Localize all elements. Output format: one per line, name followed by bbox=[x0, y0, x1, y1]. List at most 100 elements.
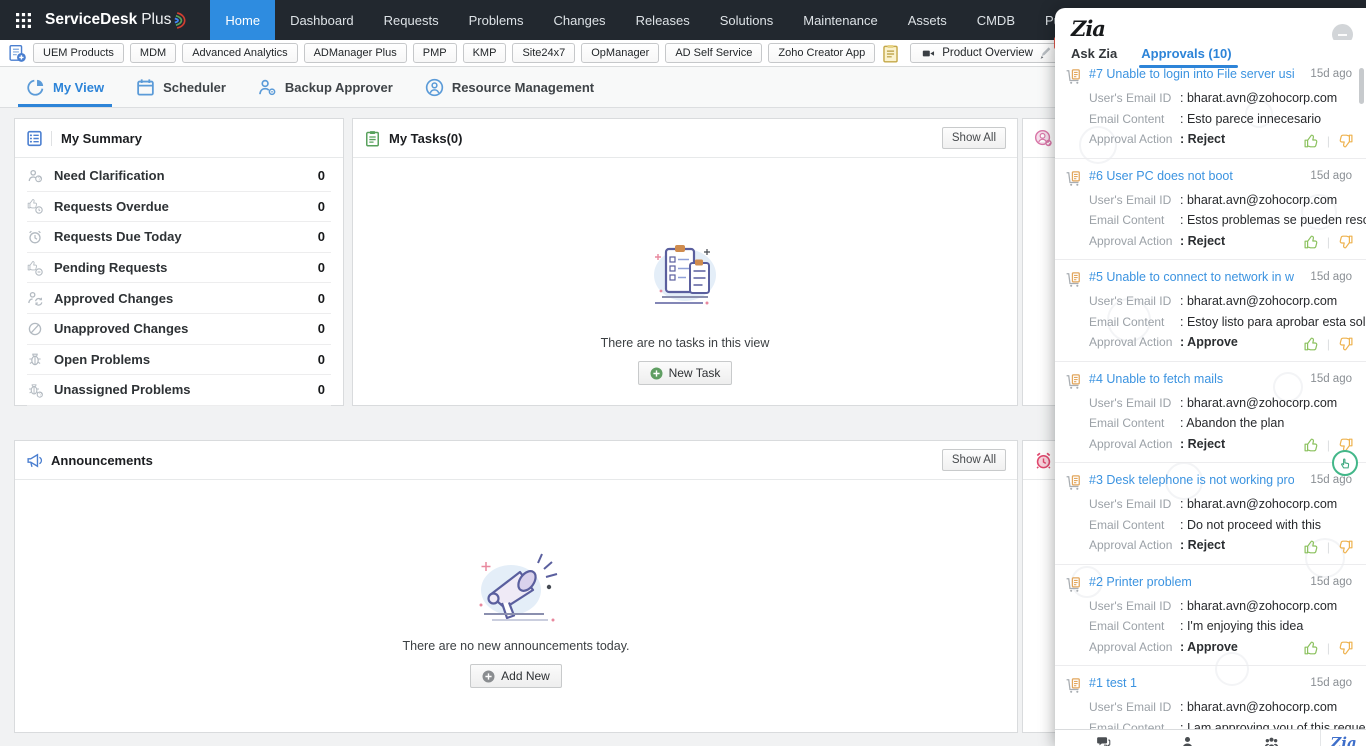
nav-item[interactable]: Problems bbox=[454, 0, 539, 40]
product-overview-button[interactable]: Product Overview 7 bbox=[910, 37, 1068, 63]
video-camera-icon bbox=[921, 47, 936, 60]
product-link-button[interactable]: KMP bbox=[462, 43, 507, 63]
thumbs-down-icon[interactable] bbox=[1337, 133, 1354, 149]
email-id-row: User's Email IDbharat.avn@zohocorp.com bbox=[1089, 291, 1352, 312]
summary-row-count: 0 bbox=[317, 198, 325, 214]
approval-request-link[interactable]: #4 Unable to fetch mails bbox=[1089, 371, 1223, 388]
summary-row[interactable]: Unapproved Changes 0 bbox=[27, 314, 331, 345]
approval-card: #3 Desk telephone is not working pro... … bbox=[1055, 463, 1366, 565]
announcements-empty-text: There are no new announcements today. bbox=[402, 639, 630, 653]
product-link-button[interactable]: ADManager Plus bbox=[303, 43, 407, 63]
approval-request-icon bbox=[1065, 170, 1082, 187]
summary-row[interactable]: Open Problems 0 bbox=[27, 345, 331, 376]
zia-footer-item[interactable]: Chats bbox=[1067, 735, 1139, 746]
thumbs-down-icon[interactable] bbox=[1337, 336, 1354, 352]
approval-request-link[interactable]: #1 test 1 bbox=[1089, 675, 1137, 692]
announcements-empty-state: There are no new announcements today. Ad… bbox=[15, 480, 1017, 688]
zia-tabs: Ask Zia Approvals (10) bbox=[1055, 40, 1366, 68]
nav-item[interactable]: Home bbox=[210, 0, 276, 40]
summary-row[interactable]: Requests Due Today 0 bbox=[27, 222, 331, 253]
thumbs-up-icon[interactable] bbox=[1303, 437, 1320, 453]
add-document-icon[interactable] bbox=[8, 44, 27, 63]
view-tab[interactable]: Backup Approver bbox=[242, 67, 409, 107]
product-link-button[interactable]: MDM bbox=[129, 43, 177, 63]
nav-item[interactable]: Solutions bbox=[705, 0, 788, 40]
product-link-button[interactable]: AD Self Service bbox=[665, 43, 763, 63]
add-new-button[interactable]: Add New bbox=[470, 664, 562, 688]
product-link-button[interactable]: UEM Products bbox=[33, 43, 124, 63]
summary-row[interactable]: Approved Changes 0 bbox=[27, 283, 331, 314]
summary-row-label: Approved Changes bbox=[54, 290, 174, 306]
tab-ask-zia[interactable]: Ask Zia bbox=[1071, 46, 1117, 61]
person-circle-icon bbox=[425, 78, 444, 97]
nav-item[interactable]: CMDB bbox=[962, 0, 1030, 40]
announcements-show-all-button[interactable]: Show All bbox=[941, 449, 1006, 471]
email-content-value: Do not proceed with this bbox=[1180, 518, 1321, 532]
summary-row[interactable]: Unassigned Problems 0 bbox=[27, 375, 331, 406]
product-link-button[interactable]: PMP bbox=[412, 43, 457, 63]
product-link-button[interactable]: Advanced Analytics bbox=[182, 43, 298, 63]
approval-request-link[interactable]: #3 Desk telephone is not working pro... bbox=[1089, 472, 1294, 489]
thumbs-down-icon[interactable] bbox=[1337, 234, 1354, 250]
approval-request-link[interactable]: #7 Unable to login into File server usi.… bbox=[1089, 66, 1294, 83]
thumbs-up-icon[interactable] bbox=[1303, 539, 1320, 555]
new-task-button[interactable]: New Task bbox=[637, 361, 733, 385]
thumb-clock-icon bbox=[27, 198, 43, 214]
nav-item[interactable]: Assets bbox=[893, 0, 962, 40]
approval-request-link[interactable]: #2 Printer problem bbox=[1089, 574, 1192, 591]
nav-item[interactable]: Requests bbox=[369, 0, 454, 40]
product-link-button[interactable]: Site24x7 bbox=[512, 43, 576, 63]
view-tab[interactable]: Scheduler bbox=[120, 67, 242, 107]
nav-item[interactable]: Releases bbox=[621, 0, 705, 40]
pin-icon[interactable] bbox=[1039, 47, 1052, 60]
summary-list-icon bbox=[26, 130, 43, 147]
approval-request-link[interactable]: #6 User PC does not boot bbox=[1089, 168, 1233, 185]
thumbs-down-icon[interactable] bbox=[1337, 640, 1354, 656]
tasks-empty-text: There are no tasks in this view bbox=[600, 336, 770, 350]
approval-card: #7 Unable to login into File server usi.… bbox=[1055, 57, 1366, 159]
panel-title: Announcements bbox=[51, 452, 153, 468]
thumbs-down-icon[interactable] bbox=[1337, 539, 1354, 555]
thumbs-up-icon[interactable] bbox=[1303, 336, 1320, 352]
release-notes-icon[interactable] bbox=[881, 44, 900, 63]
summary-row[interactable]: Need Clarification 0 bbox=[27, 161, 331, 192]
thumbs-up-icon[interactable] bbox=[1303, 133, 1320, 149]
email-id-row: User's Email IDbharat.avn@zohocorp.com bbox=[1089, 88, 1352, 109]
approval-timestamp: 15d ago bbox=[1310, 271, 1352, 283]
product-link-button[interactable]: OpManager bbox=[581, 43, 660, 63]
approval-action-value: Reject bbox=[1180, 234, 1225, 248]
email-content-value: Estos problemas se pueden resol... bbox=[1180, 213, 1366, 227]
thumbs-up-icon[interactable] bbox=[1303, 234, 1320, 250]
summary-row-label: Unapproved Changes bbox=[54, 321, 189, 337]
zia-footer-item[interactable]: Groups bbox=[1236, 735, 1308, 746]
zia-footer-item[interactable]: Technician bbox=[1152, 735, 1224, 746]
thumb-minus-icon bbox=[27, 260, 43, 276]
tab-approvals[interactable]: Approvals (10) bbox=[1139, 46, 1238, 68]
thumbs-up-icon[interactable] bbox=[1303, 640, 1320, 656]
clock-icon bbox=[27, 229, 43, 245]
approval-action-value: Reject bbox=[1180, 437, 1225, 451]
approval-card: #4 Unable to fetch mails 15d ago User's … bbox=[1055, 362, 1366, 476]
approval-feedback: | bbox=[1303, 539, 1354, 555]
brand-logo[interactable]: ServiceDesk Plus bbox=[45, 11, 188, 30]
nav-item[interactable]: Maintenance bbox=[788, 0, 892, 40]
summary-row-label: Requests Due Today bbox=[54, 229, 182, 245]
approval-timestamp: 15d ago bbox=[1310, 372, 1352, 385]
approval-request-link[interactable]: #5 Unable to connect to network in wi... bbox=[1089, 269, 1294, 286]
nav-item[interactable]: Changes bbox=[539, 0, 621, 40]
announcements-empty-illustration bbox=[479, 553, 558, 622]
summary-row[interactable]: Pending Requests 0 bbox=[27, 253, 331, 284]
approvals-scrollbar-thumb[interactable] bbox=[1359, 68, 1364, 104]
my-summary-panel: My Summary Need Clarification 0 Requests… bbox=[14, 118, 344, 406]
view-tab[interactable]: Resource Management bbox=[409, 67, 610, 107]
view-tab[interactable]: My View bbox=[10, 67, 120, 107]
approval-timestamp: 15d ago bbox=[1310, 474, 1352, 486]
nav-item[interactable]: Dashboard bbox=[275, 0, 369, 40]
tasks-show-all-button[interactable]: Show All bbox=[941, 127, 1006, 149]
approval-timestamp: 15d ago bbox=[1310, 677, 1352, 689]
zia-footer-logo[interactable]: Zia bbox=[1320, 730, 1366, 746]
product-link-button[interactable]: Zoho Creator App bbox=[768, 43, 876, 63]
summary-row-count: 0 bbox=[317, 321, 325, 337]
summary-row[interactable]: Requests Overdue 0 bbox=[27, 192, 331, 223]
apps-grid-icon[interactable] bbox=[16, 13, 31, 28]
